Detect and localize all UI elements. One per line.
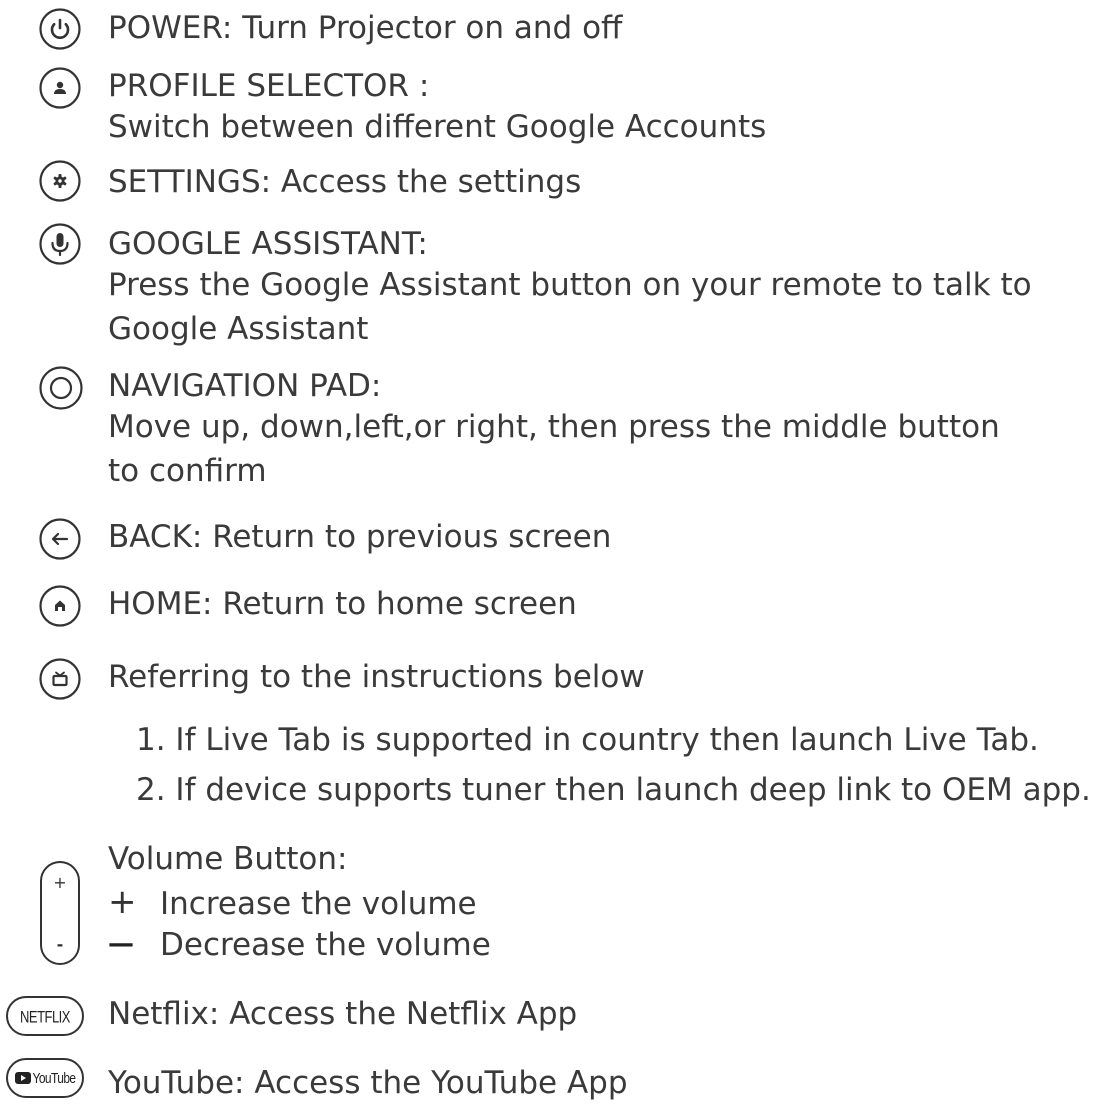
microphone-icon bbox=[39, 223, 81, 265]
profile-icon bbox=[39, 67, 81, 109]
profile-title: PROFILE SELECTOR : bbox=[108, 68, 430, 104]
assistant-description: Press the Google Assistant button on you… bbox=[108, 267, 1032, 303]
netflix-icon: NETFLIX bbox=[6, 996, 84, 1036]
settings-description: SETTINGS: Access the settings bbox=[108, 164, 582, 200]
live-instruction-1: 1. If Live Tab is supported in country t… bbox=[136, 722, 1039, 758]
navigation-description: Move up, down,left,or right, then press … bbox=[108, 409, 1000, 445]
back-description: BACK: Return to previous screen bbox=[108, 519, 612, 555]
volume-down-glyph: - bbox=[56, 935, 64, 954]
power-icon bbox=[39, 8, 81, 50]
youtube-description: YouTube: Access the YouTube App bbox=[108, 1065, 628, 1101]
live-instruction-2: 2. If device supports tuner then launch … bbox=[136, 772, 1091, 808]
youtube-play-icon bbox=[14, 1072, 31, 1084]
power-description: POWER: Turn Projector on and off bbox=[108, 10, 623, 46]
volume-increase-description: Increase the volume bbox=[160, 886, 477, 922]
youtube-badge-label: YouTube bbox=[32, 1069, 77, 1087]
profile-description: Switch between different Google Accounts bbox=[108, 109, 767, 145]
assistant-description-cont: Google Assistant bbox=[108, 311, 369, 347]
volume-rocker-icon: + - bbox=[40, 861, 80, 965]
navigation-description-cont: to confirm bbox=[108, 453, 267, 489]
volume-title: Volume Button: bbox=[108, 841, 348, 877]
back-arrow-icon bbox=[39, 518, 81, 560]
assistant-title: GOOGLE ASSISTANT: bbox=[108, 226, 428, 262]
netflix-description: Netflix: Access the Netflix App bbox=[108, 996, 578, 1032]
gear-icon bbox=[39, 160, 81, 202]
live-description: Referring to the instructions below bbox=[108, 659, 645, 695]
volume-decrease-description: Decrease the volume bbox=[160, 927, 491, 963]
netflix-badge-label: NETFLIX bbox=[20, 1006, 70, 1026]
navigation-title: NAVIGATION PAD: bbox=[108, 368, 382, 404]
youtube-icon: YouTube bbox=[6, 1058, 84, 1098]
tv-icon bbox=[39, 658, 81, 700]
navigation-pad-icon bbox=[39, 366, 83, 410]
volume-increase-sign: + bbox=[108, 882, 137, 922]
home-icon bbox=[39, 585, 81, 627]
volume-up-glyph: + bbox=[53, 873, 67, 892]
home-description: HOME: Return to home screen bbox=[108, 586, 577, 622]
volume-decrease-sign: — bbox=[108, 929, 134, 959]
